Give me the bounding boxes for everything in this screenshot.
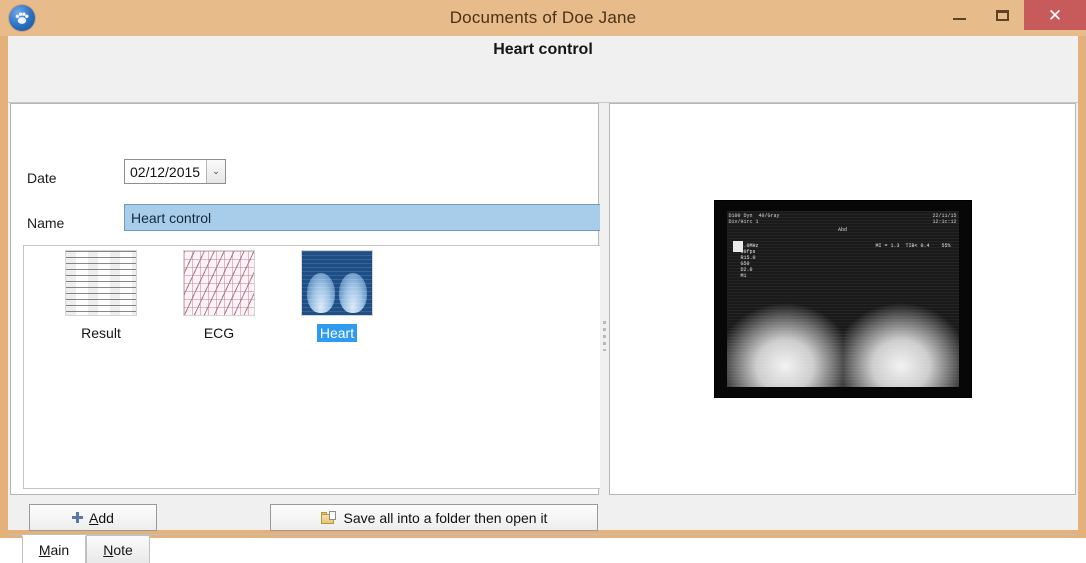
name-value: Heart control — [131, 209, 212, 226]
tab-main[interactable]: Main — [22, 535, 86, 563]
attachment-list[interactable]: Result ECG Heart — [23, 245, 601, 489]
chevron-down-icon[interactable]: ⌄ — [206, 160, 225, 183]
splitter-grip-icon — [603, 321, 606, 351]
list-item-label: Result — [81, 325, 121, 341]
document-thumbnail-icon — [65, 250, 137, 316]
window-title: Documents of Doe Jane — [449, 8, 637, 27]
date-label: Date — [27, 170, 57, 186]
tab-strip: Main Note — [10, 534, 1076, 563]
save-all-to-folder-label: Save all into a folder then open it — [343, 509, 548, 526]
list-item-label: Heart — [316, 324, 358, 342]
name-input[interactable]: Heart control — [124, 204, 605, 231]
preview-overlay-left-block: 5.0MHz 30fps R15.0 G50 D2.0 M1 — [740, 243, 759, 279]
preview-pane: D100 Dyn 40/Gray Div/Hirc 1 22/11/15 12:… — [609, 103, 1076, 495]
tab-note-label: ote — [113, 541, 133, 558]
title-bar: Documents of Doe Jane ✕ — [0, 0, 1086, 36]
window-controls: ✕ — [938, 0, 1086, 34]
ultrasound-thumbnail-icon — [301, 250, 373, 316]
minimize-icon — [953, 18, 966, 20]
close-icon: ✕ — [1047, 5, 1063, 25]
preview-image-container[interactable]: D100 Dyn 40/Gray Div/Hirc 1 22/11/15 12:… — [610, 104, 1075, 494]
add-button[interactable]: Add — [29, 504, 157, 531]
client-area: Heart control Save Cancel Date 02/12/201… — [8, 36, 1078, 563]
preview-overlay-right-block: MI = 1.3 TIB< 0.4 55% — [875, 243, 951, 249]
list-item-selected[interactable]: Heart — [278, 250, 396, 342]
tab-note-mnemonic: N — [103, 541, 114, 558]
ecg-thumbnail-icon — [183, 250, 255, 316]
plus-icon — [72, 512, 84, 523]
add-button-label: dd — [98, 509, 114, 526]
date-input[interactable]: 02/12/2015 ⌄ — [124, 159, 226, 184]
list-item[interactable]: Result — [42, 250, 160, 342]
ultrasound-preview-image: D100 Dyn 40/Gray Div/Hirc 1 22/11/15 12:… — [714, 201, 971, 397]
dialog-header: Heart control — [8, 36, 1078, 103]
page-title: Heart control — [493, 41, 593, 58]
date-value: 02/12/2015 — [130, 163, 201, 180]
application-window: Documents of Doe Jane ✕ Heart control Sa… — [0, 0, 1086, 563]
add-button-mnemonic: A — [89, 509, 99, 526]
preview-overlay-top-left: D100 Dyn 40/Gray Div/Hirc 1 — [728, 213, 780, 225]
preview-overlay-mid: Abd — [837, 227, 848, 233]
maximize-button[interactable] — [981, 0, 1024, 30]
name-label: Name — [27, 215, 65, 231]
maximize-icon — [996, 9, 1009, 21]
pane-splitter[interactable] — [600, 103, 609, 495]
tab-note[interactable]: Note — [86, 535, 150, 563]
tab-main-mnemonic: M — [38, 542, 51, 558]
list-item[interactable]: ECG — [160, 250, 278, 342]
close-button[interactable]: ✕ — [1024, 0, 1086, 30]
folder-page-icon — [320, 511, 336, 524]
save-all-to-folder-button[interactable]: Save all into a folder then open it — [270, 504, 598, 531]
left-pane: Date 02/12/2015 ⌄ Name Heart control Res… — [10, 103, 605, 495]
preview-overlay-top-right: 22/11/15 12:1c:12 — [932, 213, 957, 225]
list-item-label: ECG — [203, 325, 235, 341]
tab-main-label: ain — [50, 542, 70, 558]
minimize-button[interactable] — [938, 0, 981, 30]
